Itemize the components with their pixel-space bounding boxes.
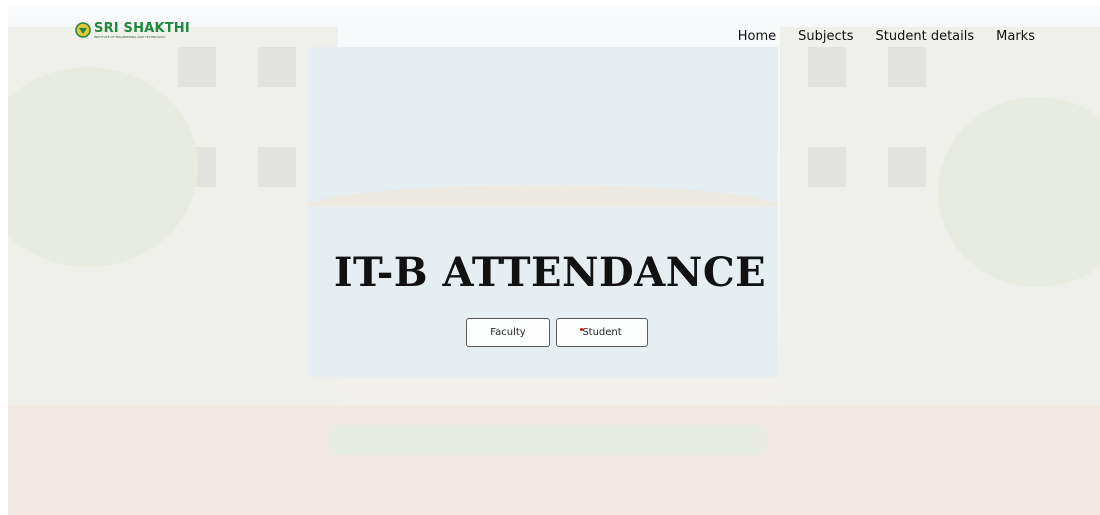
logo-text: SRI SHAKTHI INSTITUTE OF ENGINEERING AND…: [94, 22, 190, 39]
logo-subtitle: INSTITUTE OF ENGINEERING AND TECHNOLOGY: [94, 35, 166, 39]
nav-student-details-link[interactable]: Student details: [876, 29, 975, 44]
brand-logo[interactable]: SRI SHAKTHI INSTITUTE OF ENGINEERING AND…: [75, 22, 190, 44]
role-buttons: Faculty Student: [466, 318, 648, 347]
page-title: IT-B ATTENDANCE: [333, 248, 767, 296]
ground: [8, 405, 1100, 515]
nav-home-link[interactable]: Home: [738, 29, 776, 44]
nav-marks-link[interactable]: Marks: [996, 29, 1035, 44]
window: [258, 147, 296, 187]
logo-title: SRI SHAKTHI: [94, 21, 190, 36]
top-navbar: SRI SHAKTHI INSTITUTE OF ENGINEERING AND…: [0, 0, 1100, 60]
college-emblem-icon: [75, 22, 91, 38]
main-menu: Home Subjects Student details Marks: [716, 29, 1035, 44]
student-button[interactable]: Student: [556, 318, 648, 347]
indicator-dot-icon: [580, 328, 583, 331]
hedge: [328, 425, 768, 455]
faculty-button[interactable]: Faculty: [466, 318, 550, 347]
window: [808, 147, 846, 187]
nav-subjects-link[interactable]: Subjects: [798, 29, 853, 44]
faculty-button-label: Faculty: [490, 327, 526, 338]
student-button-label: Student: [582, 327, 622, 338]
window: [888, 147, 926, 187]
